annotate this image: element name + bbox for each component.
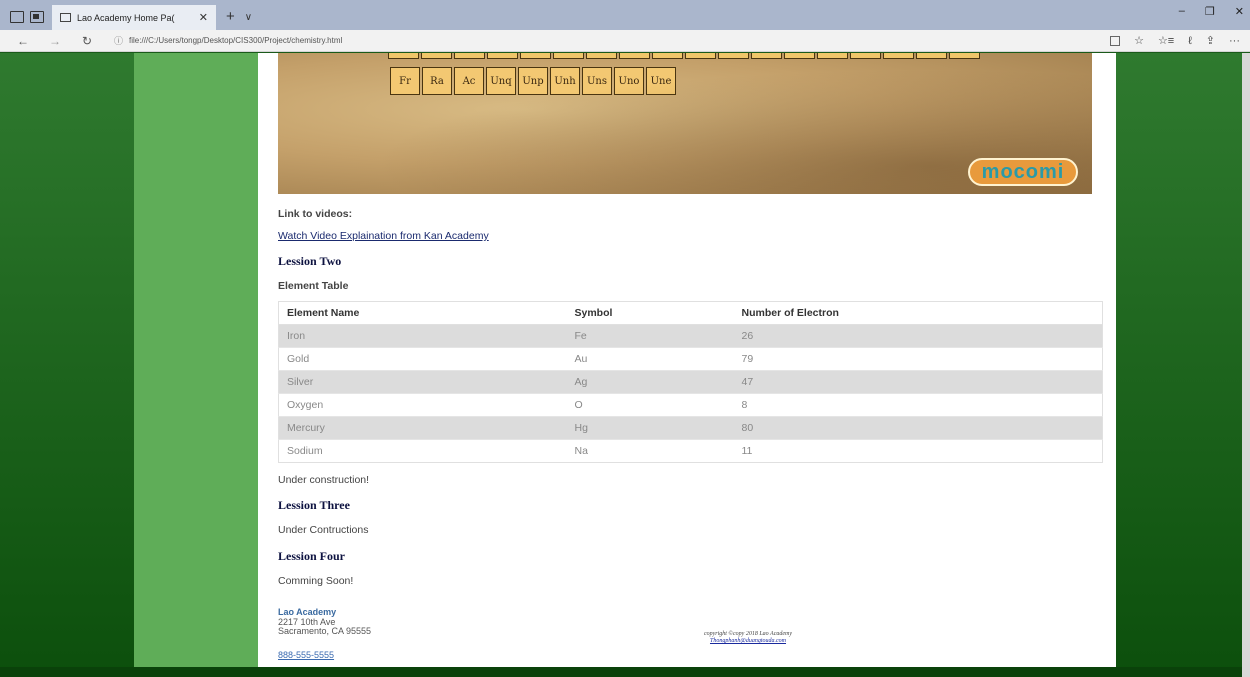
page-icon (60, 13, 71, 22)
table-header-row: Element Name Symbol Number of Electron (278, 301, 1103, 325)
table-cell: Fe (566, 324, 734, 348)
table-row: Gold Au 79 (278, 347, 1103, 371)
footer-phone-link[interactable]: 888-555-5555 (278, 650, 334, 660)
page-bottom-edge (0, 667, 1250, 677)
table-cell: 79 (733, 347, 1103, 371)
page-background: Fr Ra Ac Unq Unp Unh Uns Uno Une mocomi … (0, 53, 1250, 677)
tab-menu-icon[interactable]: ∨ (245, 12, 252, 30)
left-sidebar (134, 53, 258, 667)
element-table-label: Element Table (278, 280, 349, 292)
mocomi-logo: mocomi (968, 158, 1078, 186)
column-header: Element Name (278, 301, 567, 325)
videos-label: Link to videos: (278, 208, 353, 220)
table-cell: Na (566, 439, 734, 463)
table-cell: Iron (278, 324, 567, 348)
lesson-two-heading: Lession Two (278, 254, 342, 268)
minimize-button[interactable]: – (1179, 5, 1185, 18)
tabs-aside-icon[interactable] (10, 11, 24, 23)
back-button[interactable]: ← (14, 34, 32, 48)
element-table: Element Name Symbol Number of Electron I… (278, 301, 1103, 463)
table-cell: 8 (733, 393, 1103, 417)
tab-close-icon[interactable]: ✕ (199, 11, 208, 24)
forward-button[interactable]: → (46, 34, 64, 48)
favorites-hub-icon[interactable]: ☆≡ (1158, 34, 1174, 47)
footer-address-line2: Sacramento, CA 95555 (278, 626, 372, 636)
table-cell: 11 (733, 439, 1103, 463)
table-row: Silver Ag 47 (278, 370, 1103, 394)
copyright-block: copyright ©copy 2018 Lao Academy Thongph… (638, 631, 858, 645)
url-field[interactable]: file:///C:/Users/tongp/Desktop/CIS300/Pr… (129, 36, 1110, 45)
comming-soon-text: Comming Soon! (278, 575, 354, 587)
table-cell: 26 (733, 324, 1103, 348)
column-header: Number of Electron (733, 301, 1103, 325)
element-tile: Une (646, 67, 676, 95)
web-notes-icon[interactable]: ℓ (1188, 35, 1192, 47)
info-icon[interactable]: ⓘ (114, 34, 123, 47)
element-tile: Uno (614, 67, 644, 95)
main-content: Fr Ra Ac Unq Unp Unh Uns Uno Une mocomi … (258, 53, 1116, 667)
restore-button[interactable]: ❐ (1205, 5, 1215, 18)
lesson-four-heading: Lession Four (278, 549, 346, 563)
title-bar: Lao Academy Home Pa( ✕ + ∨ – ❐ ✕ (0, 0, 1250, 30)
element-tile: Unp (518, 67, 548, 95)
column-header: Symbol (566, 301, 734, 325)
favorite-star-icon[interactable]: ☆ (1134, 34, 1144, 47)
more-icon[interactable]: ··· (1229, 35, 1240, 47)
address-bar: ← → ↻ ⓘ file:///C:/Users/tongp/Desktop/C… (0, 30, 1250, 52)
table-cell: Sodium (278, 439, 567, 463)
element-tile: Ra (422, 67, 452, 95)
table-cell: Mercury (278, 416, 567, 440)
element-tile-row: Fr Ra Ac Unq Unp Unh Uns Uno Une (390, 67, 676, 95)
new-tab-button[interactable]: + (216, 8, 245, 30)
element-tile: Unh (550, 67, 580, 95)
element-tile: Ac (454, 67, 484, 95)
email-link[interactable]: Thongphanh@duangtouda.com (638, 638, 858, 645)
table-cell: Gold (278, 347, 567, 371)
table-cell: Au (566, 347, 734, 371)
under-contructions-text: Under Contructions (278, 524, 369, 536)
copyright-text: copyright ©copy 2018 Lao Academy (703, 631, 793, 637)
tile-row-partial (388, 53, 980, 59)
table-row: Sodium Na 11 (278, 439, 1103, 463)
table-cell: Ag (566, 370, 734, 394)
tab-title: Lao Academy Home Pa( (77, 12, 175, 23)
table-row: Mercury Hg 80 (278, 416, 1103, 440)
scrollbar[interactable] (1242, 53, 1250, 677)
table-row: Iron Fe 26 (278, 324, 1103, 348)
close-window-button[interactable]: ✕ (1235, 5, 1244, 18)
table-cell: Hg (566, 416, 734, 440)
element-tile: Fr (390, 67, 420, 95)
lesson-three-heading: Lession Three (278, 498, 350, 512)
table-cell: 80 (733, 416, 1103, 440)
table-cell: 47 (733, 370, 1103, 394)
browser-tab[interactable]: Lao Academy Home Pa( ✕ (52, 5, 216, 30)
element-tile: Unq (486, 67, 516, 95)
table-cell: Oxygen (278, 393, 567, 417)
refresh-button[interactable]: ↻ (78, 34, 96, 48)
element-tile: Uns (582, 67, 612, 95)
periodic-table-image: Fr Ra Ac Unq Unp Unh Uns Uno Une mocomi (278, 53, 1092, 194)
video-link[interactable]: Watch Video Explaination from Kan Academ… (278, 230, 489, 242)
table-row: Oxygen O 8 (278, 393, 1103, 417)
under-construction-text: Under construction! (278, 474, 370, 486)
footer-org-name: Lao Academy (278, 607, 337, 617)
table-cell: Silver (278, 370, 567, 394)
reading-view-icon[interactable] (1110, 35, 1121, 46)
set-tabs-aside-icon[interactable] (30, 11, 44, 23)
table-cell: O (566, 393, 734, 417)
share-icon[interactable]: ⇪ (1206, 34, 1215, 47)
